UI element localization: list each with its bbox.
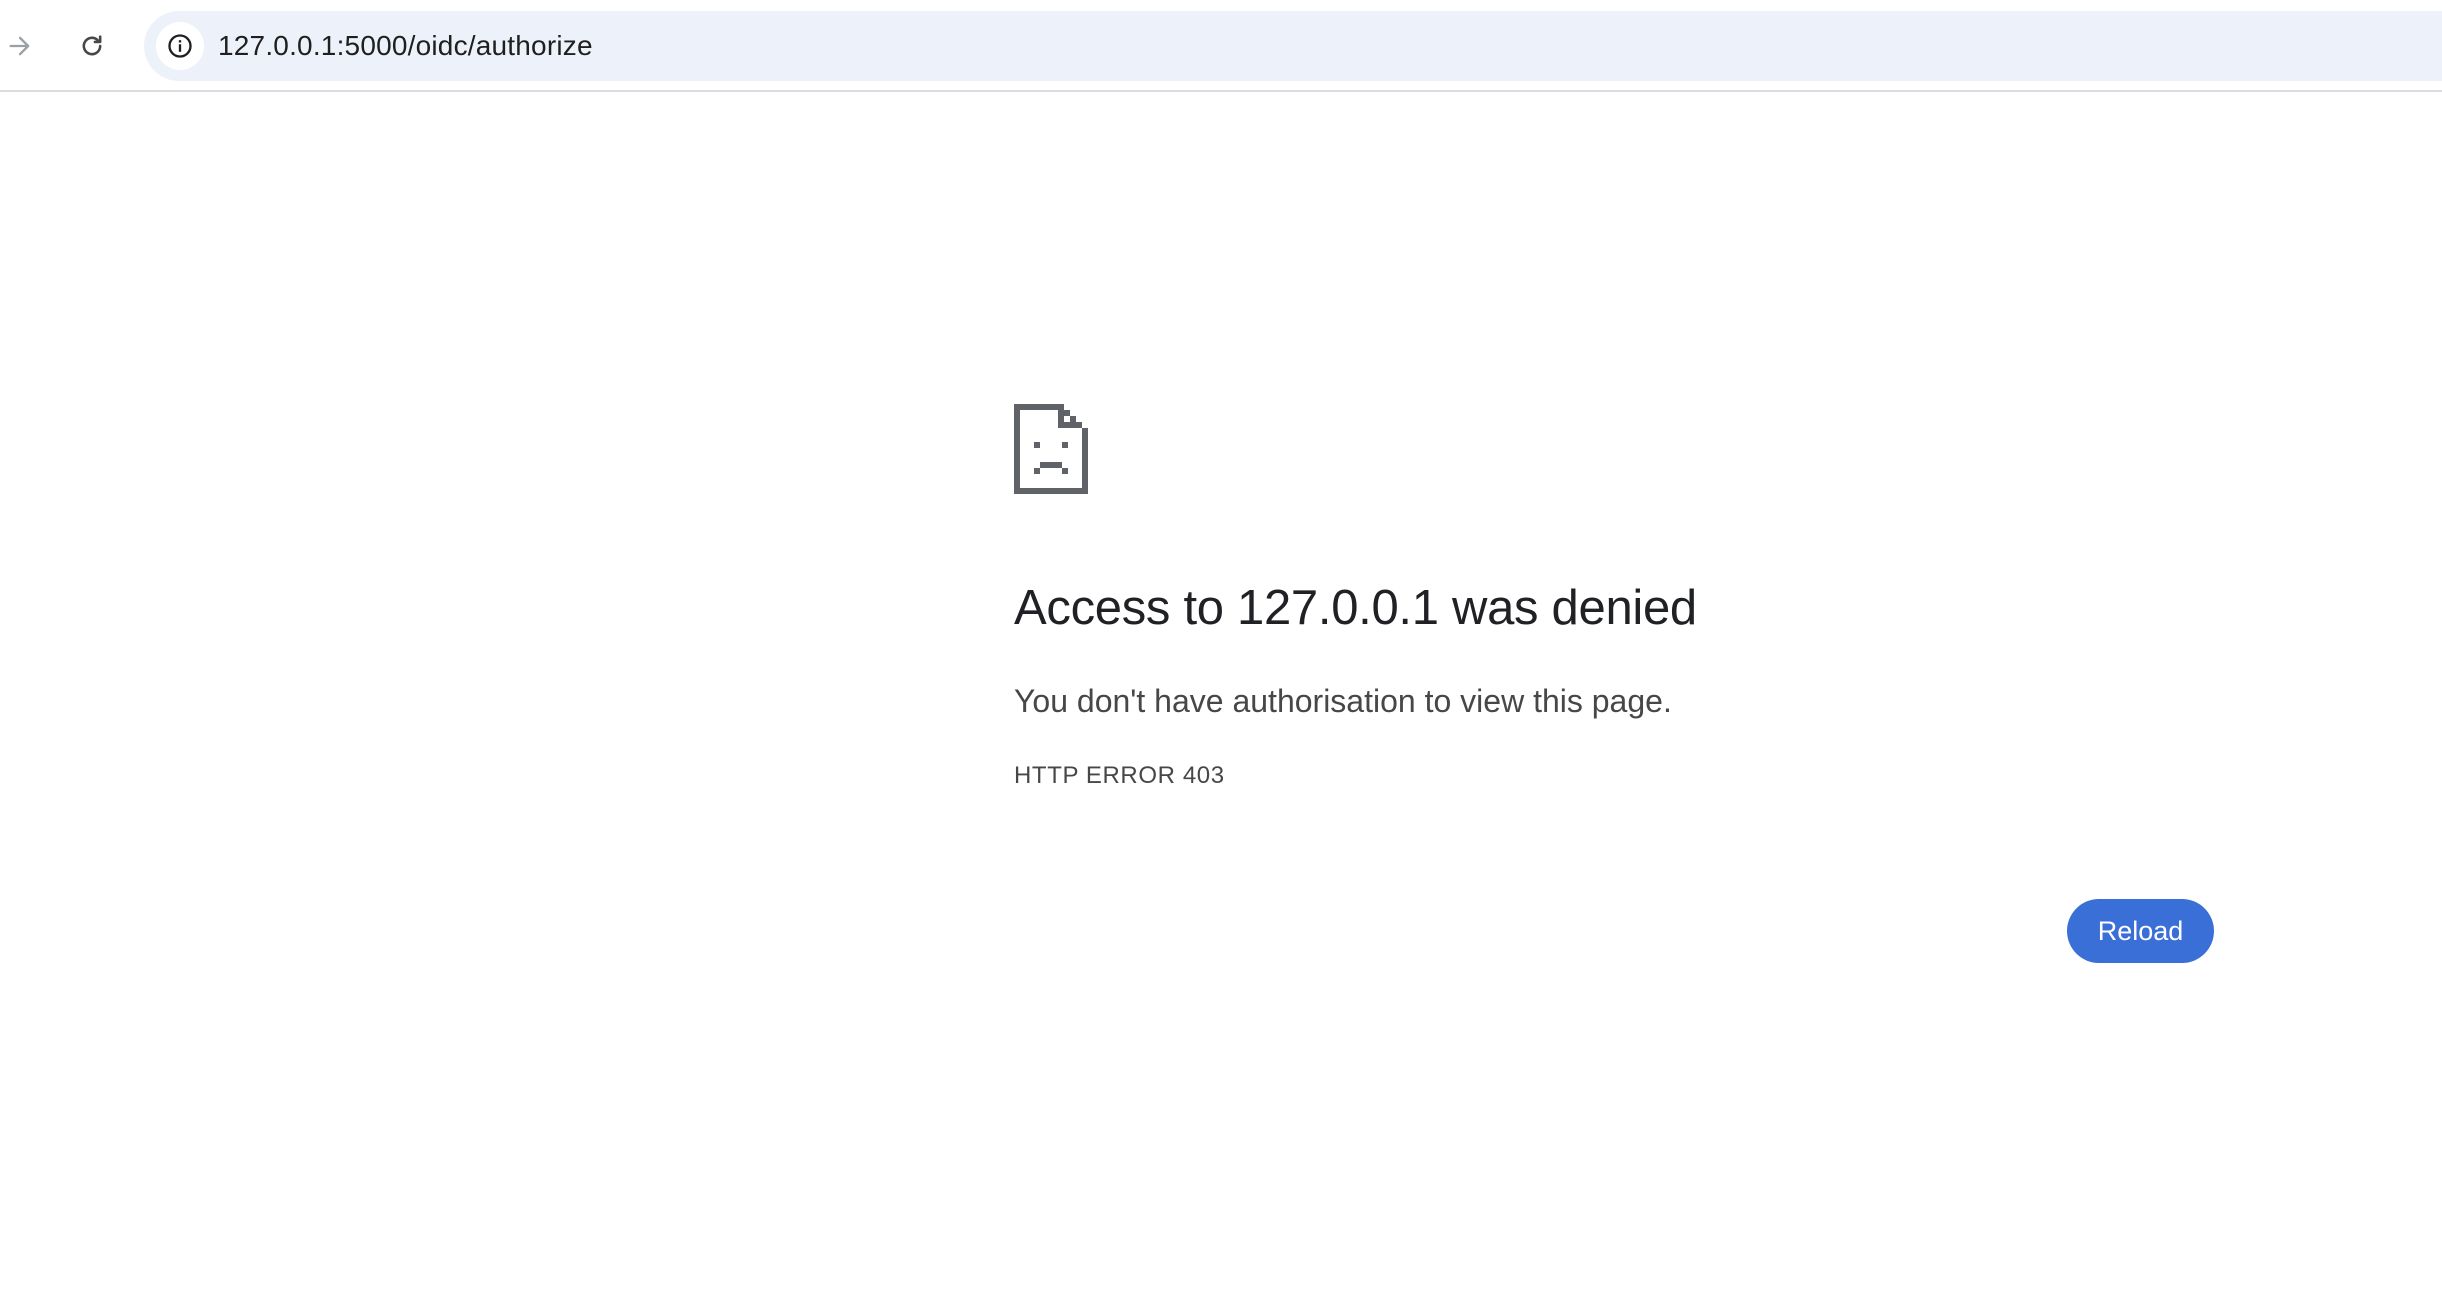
site-info-button[interactable]: [156, 22, 204, 70]
reload-page-button[interactable]: [64, 18, 120, 74]
reload-icon: [82, 35, 102, 56]
arrow-right-icon: [9, 36, 30, 56]
address-bar[interactable]: 127.0.0.1:5000/oidc/authorize: [144, 11, 2442, 81]
error-code: HTTP ERROR 403: [1014, 762, 1225, 789]
sad-page-icon: [1014, 404, 1088, 494]
forward-button[interactable]: [0, 18, 48, 74]
reload-button[interactable]: Reload: [2067, 899, 2214, 963]
error-message: You don't have authorisation to view thi…: [1014, 683, 1672, 719]
url-text[interactable]: 127.0.0.1:5000/oidc/authorize: [218, 11, 593, 81]
error-content: Access to 127.0.0.1 was denied You don't…: [1014, 404, 2214, 789]
info-icon: [168, 34, 192, 58]
browser-toolbar: 127.0.0.1:5000/oidc/authorize: [0, 0, 2442, 92]
error-heading: Access to 127.0.0.1 was denied: [1014, 581, 1697, 635]
